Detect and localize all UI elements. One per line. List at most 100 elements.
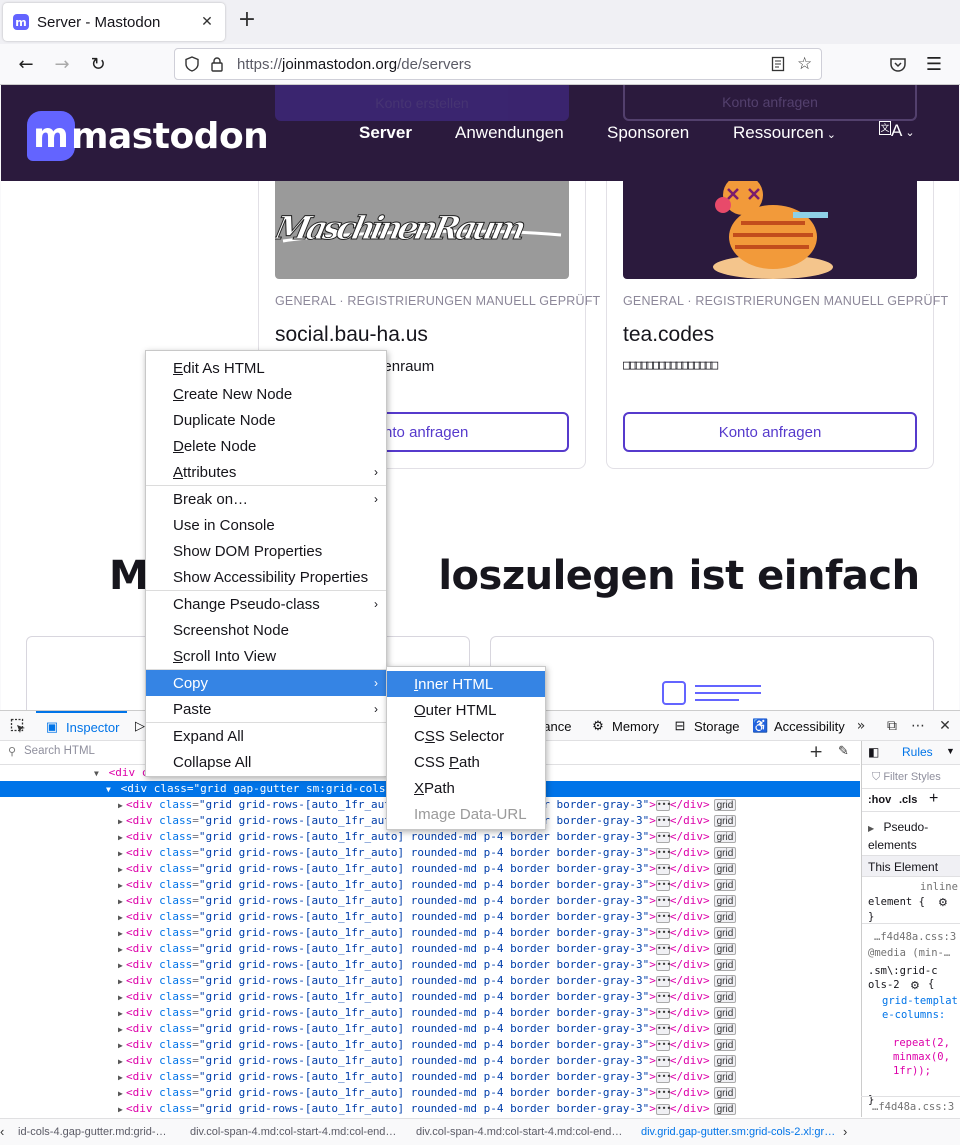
ellipsis-icon[interactable]: •••	[655, 1071, 671, 1083]
ellipsis-icon[interactable]: •••	[655, 1087, 671, 1099]
grid-badge[interactable]: grid	[713, 959, 737, 971]
grid-badge[interactable]: grid	[713, 1023, 737, 1035]
markup-row[interactable]: ▶ <div class="grid grid-rows-[auto_1fr_au…	[0, 877, 860, 893]
grid-badge[interactable]: grid	[713, 831, 737, 843]
grid-badge[interactable]: grid	[713, 991, 737, 1003]
copy-inner-html[interactable]: Inner HTML	[387, 671, 545, 697]
close-tab-icon[interactable]: ✕	[197, 14, 217, 30]
collapsed-twisty-icon[interactable]: ▶	[118, 814, 126, 830]
ellipsis-icon[interactable]: •••	[655, 799, 671, 811]
reload-icon[interactable]: ↻	[86, 52, 110, 76]
tab-storage[interactable]: ⊟ Storage	[672, 711, 740, 741]
add-node-icon[interactable]: +	[809, 742, 823, 762]
pseudo-elements-section[interactable]: ▶ Pseudo-elements	[868, 819, 960, 853]
grid-badge[interactable]: grid	[713, 1103, 737, 1115]
nav-apps[interactable]: Anwendungen	[455, 123, 564, 143]
server-card[interactable]: GENERAL · REGISTRIERUNGEN MANUELL GEPRÜF…	[606, 175, 948, 469]
menu-item-duplicate-node[interactable]: Duplicate Node	[146, 407, 386, 433]
collapsed-twisty-icon[interactable]: ▶	[118, 862, 126, 878]
gear-icon[interactable]: ⚙	[938, 896, 948, 909]
markup-row[interactable]: ▶ <div class="grid grid-rows-[auto_1fr_au…	[0, 1021, 860, 1037]
bookmark-star-icon[interactable]: ☆	[797, 54, 812, 74]
breadcrumb-scroll-right-icon[interactable]: ›	[843, 1124, 847, 1139]
ellipsis-icon[interactable]: •••	[655, 975, 671, 987]
menu-item-attributes[interactable]: Attributes ›	[146, 459, 386, 485]
markup-row[interactable]: ▶ <div class="grid grid-rows-[auto_1fr_au…	[0, 829, 860, 845]
nav-sponsors[interactable]: Sponsoren	[607, 123, 689, 143]
new-tab-icon[interactable]: +	[236, 9, 258, 32]
markup-row[interactable]: ▶ <div class="grid grid-rows-[auto_1fr_au…	[0, 941, 860, 957]
grid-badge[interactable]: grid	[713, 943, 737, 955]
class-toggle[interactable]: .cls	[899, 794, 917, 806]
collapsed-twisty-icon[interactable]: ▶	[118, 1054, 126, 1070]
grid-badge[interactable]: grid	[713, 927, 737, 939]
grid-badge[interactable]: grid	[713, 911, 737, 923]
gear-icon[interactable]: ⚙	[910, 979, 920, 992]
server-title[interactable]: tea.codes	[623, 323, 714, 347]
hamburger-menu-icon[interactable]: ☰	[922, 52, 946, 76]
collapsed-twisty-icon[interactable]: ▶	[118, 894, 126, 910]
grid-badge[interactable]: grid	[713, 815, 737, 827]
ellipsis-icon[interactable]: •••	[655, 895, 671, 907]
markup-row[interactable]: ▶ <div class="grid grid-rows-[auto_1fr_au…	[0, 957, 860, 973]
collapsed-twisty-icon[interactable]: ▶	[118, 1086, 126, 1102]
language-switcher[interactable]: 文A ⌄	[879, 121, 915, 141]
grid-badge[interactable]: grid	[713, 1055, 737, 1067]
collapsed-twisty-icon[interactable]: ▶	[118, 1070, 126, 1086]
expanded-twisty-icon[interactable]: ▼	[106, 782, 114, 798]
collapsed-twisty-icon[interactable]: ▶	[118, 1006, 126, 1022]
more-tabs-icon[interactable]: »	[852, 717, 870, 735]
dock-icon[interactable]: ⧉	[883, 717, 901, 735]
stylesheet-link[interactable]: …f4d48a.css:3	[872, 1101, 954, 1113]
ellipsis-icon[interactable]: •••	[655, 879, 671, 891]
markup-row[interactable]: ▶ <div class="grid grid-rows-[auto_1fr_au…	[0, 1037, 860, 1053]
collapsed-twisty-icon[interactable]: ▶	[118, 798, 126, 814]
menu-item-use-in-console[interactable]: Use in Console	[146, 512, 386, 538]
menu-item-expand-all[interactable]: Expand All	[146, 723, 386, 749]
collapsed-twisty-icon[interactable]: ▶	[118, 830, 126, 846]
breadcrumb-item[interactable]: id-cols-4.gap-gutter.md:grid-…	[18, 1126, 167, 1138]
menu-item-create-new-node[interactable]: Create New Node	[146, 381, 386, 407]
css-value[interactable]: repeat(2,minmax(0,1fr));	[893, 1036, 955, 1078]
grid-badge[interactable]: grid	[713, 799, 737, 811]
reader-view-icon[interactable]	[770, 56, 786, 72]
pocket-icon[interactable]	[889, 56, 907, 74]
menu-item-delete-node[interactable]: Delete Node	[146, 433, 386, 459]
expanded-twisty-icon[interactable]: ▼	[94, 766, 102, 782]
tab-inspector[interactable]: ▣ Inspector	[36, 711, 128, 741]
url-bar[interactable]: https://joinmastodon.org/de/servers ☆	[174, 48, 822, 80]
breadcrumb-item[interactable]: div.col-span-4.md:col-start-4.md:col-end…	[190, 1126, 396, 1138]
ellipsis-icon[interactable]: •••	[655, 959, 671, 971]
close-devtools-icon[interactable]: ✕	[936, 717, 954, 735]
collapsed-twisty-icon[interactable]: ▶	[118, 942, 126, 958]
collapsed-twisty-icon[interactable]: ▶	[118, 990, 126, 1006]
collapsed-twisty-icon[interactable]: ▶	[118, 878, 126, 894]
grid-badge[interactable]: grid	[713, 1039, 737, 1051]
markup-row[interactable]: ▶ <div class="grid grid-rows-[auto_1fr_au…	[0, 1101, 860, 1117]
grid-badge[interactable]: grid	[713, 863, 737, 875]
create-account-button[interactable]: Konto erstellen	[275, 85, 569, 121]
css-property[interactable]: grid-template-columns:	[882, 994, 958, 1022]
ellipsis-icon[interactable]: •••	[655, 1055, 671, 1067]
markup-row[interactable]: ▶ <div class="grid grid-rows-[auto_1fr_au…	[0, 909, 860, 925]
add-rule-icon[interactable]: +	[929, 790, 938, 808]
grid-badge[interactable]: grid	[713, 879, 737, 891]
collapsed-twisty-icon[interactable]: ▶	[118, 926, 126, 942]
search-html-input[interactable]: Search HTML	[24, 745, 95, 757]
tab-rules[interactable]: Rules	[902, 745, 933, 759]
layout-toggle-icon[interactable]: ◧	[868, 745, 879, 759]
grid-badge[interactable]: grid	[713, 847, 737, 859]
ellipsis-icon[interactable]: •••	[655, 1039, 671, 1051]
ellipsis-icon[interactable]: •••	[655, 943, 671, 955]
hover-toggle[interactable]: :hov	[868, 794, 891, 806]
markup-row[interactable]: ▶ <div class="grid grid-rows-[auto_1fr_au…	[0, 1005, 860, 1021]
menu-item-paste[interactable]: Paste ›	[146, 696, 386, 722]
request-account-button[interactable]: Konto anfragen	[623, 85, 917, 121]
copy-css-selector[interactable]: CSS Selector	[387, 723, 545, 749]
nav-resources[interactable]: Ressourcen ⌄	[733, 123, 836, 143]
back-icon[interactable]: ←	[14, 52, 38, 76]
ellipsis-icon[interactable]: •••	[655, 863, 671, 875]
chevron-down-icon[interactable]: ▼	[946, 746, 955, 756]
collapsed-twisty-icon[interactable]: ▶	[118, 1102, 126, 1117]
collapsed-twisty-icon[interactable]: ▶	[118, 846, 126, 862]
